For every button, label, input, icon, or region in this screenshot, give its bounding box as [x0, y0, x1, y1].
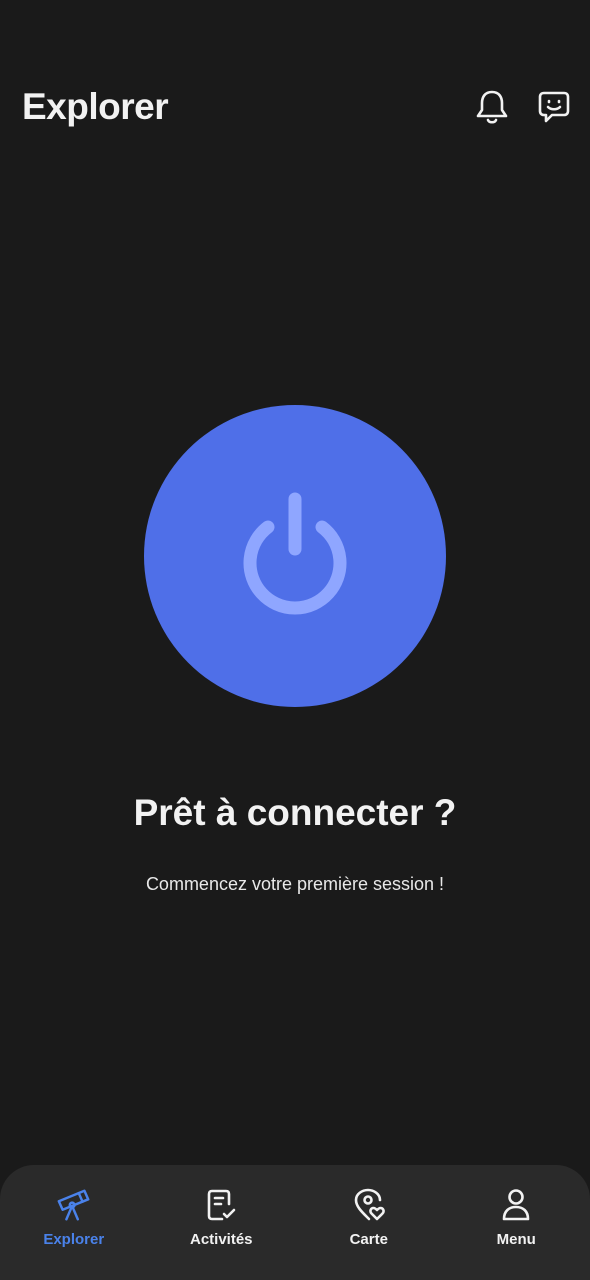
notifications-button[interactable] — [474, 89, 510, 125]
tab-label: Menu — [496, 1231, 536, 1248]
tab-menu[interactable]: Menu — [446, 1187, 586, 1248]
checklist-icon — [207, 1189, 236, 1221]
tab-carte-icon-wrap — [351, 1187, 387, 1223]
header: Explorer — [22, 82, 572, 132]
bottom-tab-bar: Explorer Activités Carte Menu — [0, 1165, 590, 1280]
power-icon — [243, 492, 347, 615]
page-title: Explorer — [22, 86, 169, 127]
tab-label: Activités — [189, 1231, 253, 1248]
tab-carte[interactable]: Carte — [299, 1187, 439, 1248]
power-button-wrap — [144, 405, 446, 707]
tab-label: Explorer — [43, 1231, 105, 1248]
chat-button[interactable] — [536, 89, 572, 125]
map-pin-heart-icon — [354, 1188, 385, 1221]
app-screen: Explorer Prêt à connecter ? Commencez vo… — [0, 0, 590, 1280]
chat-smile-icon — [538, 91, 570, 123]
power-button[interactable] — [144, 405, 446, 707]
person-icon — [502, 1189, 530, 1221]
header-actions — [474, 89, 572, 125]
connect-subline: Commencez votre première session ! — [145, 874, 445, 894]
tab-menu-icon-wrap — [498, 1187, 534, 1223]
tab-explorer-icon-wrap — [56, 1187, 92, 1223]
tab-activites[interactable]: Activités — [151, 1187, 291, 1248]
bell-icon — [476, 90, 508, 124]
tab-label: Carte — [349, 1231, 388, 1248]
tab-explorer[interactable]: Explorer — [4, 1187, 144, 1248]
telescope-icon — [57, 1189, 90, 1221]
connect-headline: Prêt à connecter ? — [133, 792, 457, 833]
tab-activites-icon-wrap — [203, 1187, 239, 1223]
